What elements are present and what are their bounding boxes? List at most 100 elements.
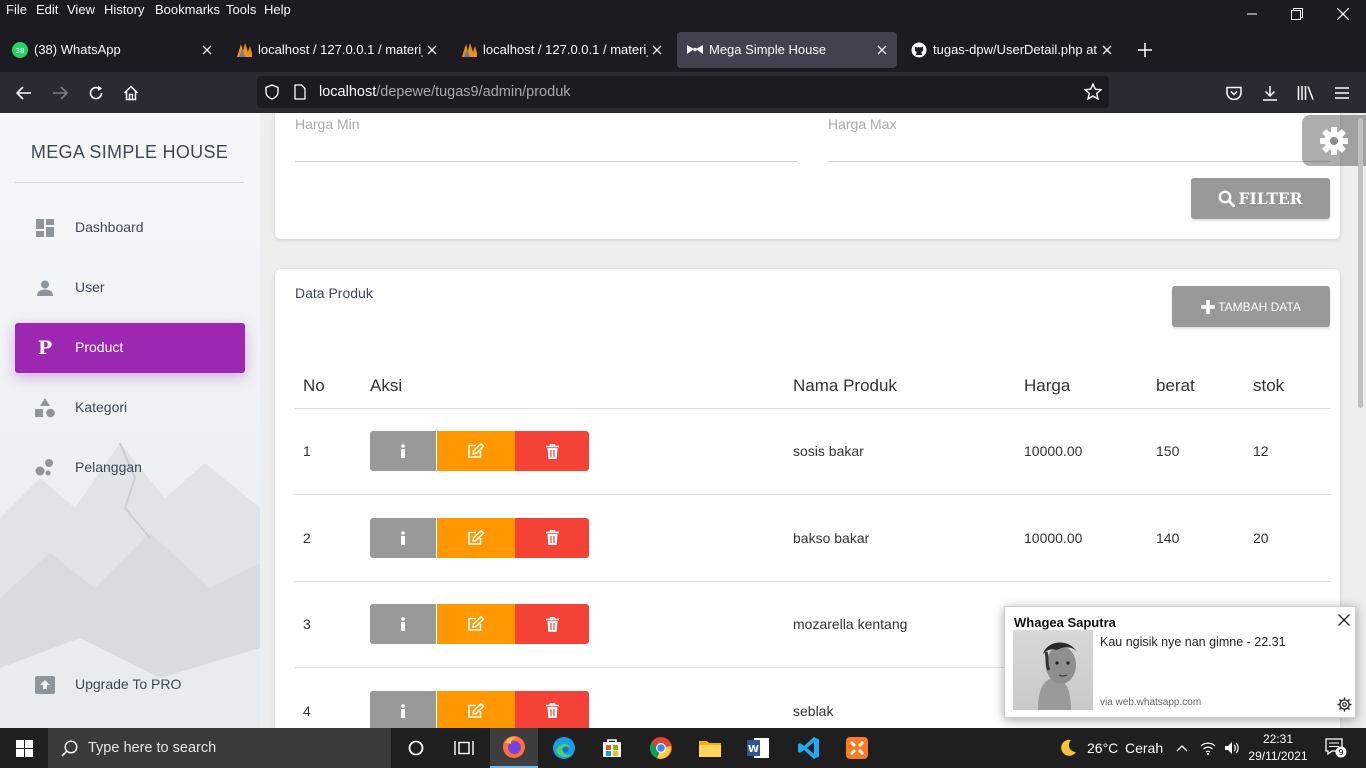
- taskbar-firefox[interactable]: [490, 728, 538, 768]
- taskbar-edge[interactable]: [540, 728, 588, 768]
- library-button[interactable]: [1293, 80, 1319, 106]
- menu-history[interactable]: History: [104, 2, 144, 17]
- brand-logo-text[interactable]: MEGA SIMPLE HOUSE: [15, 123, 244, 183]
- minimize-button[interactable]: [1232, 2, 1272, 26]
- task-view-icon: [454, 741, 474, 755]
- svg-text:9: 9: [1338, 748, 1343, 757]
- delete-button[interactable]: [515, 690, 589, 728]
- taskbar-file-explorer[interactable]: [686, 728, 734, 768]
- close-tab-icon[interactable]: [873, 41, 891, 59]
- notification-settings-button[interactable]: [1335, 695, 1353, 713]
- pocket-button[interactable]: [1221, 80, 1247, 106]
- task-view-button[interactable]: [440, 728, 488, 768]
- sidebar-item-product[interactable]: P Product: [15, 323, 245, 373]
- arrow-left-icon: [16, 86, 31, 100]
- cell-price: 10000.00: [1016, 408, 1148, 495]
- menu-help[interactable]: Help: [264, 2, 291, 17]
- tab-title: tugas-dpw/UserDetail.php at m: [933, 42, 1098, 57]
- tab-mega-simple-house[interactable]: Mega Simple House: [677, 32, 897, 68]
- column-header-aksi: Aksi: [362, 364, 785, 409]
- delete-button[interactable]: [515, 431, 589, 472]
- whatsapp-notification[interactable]: Whagea Saputra Kau ngisik nye nan gimne …: [1004, 606, 1356, 718]
- menu-bookmarks[interactable]: Bookmarks: [155, 2, 220, 17]
- weather-temperature[interactable]: 26°C: [1087, 740, 1118, 756]
- filter-button[interactable]: FILTER: [1191, 178, 1330, 219]
- harga-min-field[interactable]: Harga Min: [295, 116, 360, 132]
- folder-icon: [699, 741, 721, 757]
- detail-button[interactable]: [370, 431, 436, 472]
- notification-close-button[interactable]: [1335, 611, 1353, 629]
- weather-condition[interactable]: Cerah: [1125, 740, 1163, 756]
- back-button[interactable]: [11, 80, 37, 106]
- reload-button[interactable]: [83, 80, 109, 106]
- close-tab-icon[interactable]: [423, 41, 441, 59]
- home-button[interactable]: [118, 80, 144, 106]
- tab-title: localhost / 127.0.0.1 / materi_do: [258, 42, 423, 57]
- taskbar-xampp[interactable]: [833, 728, 881, 768]
- sidebar-item-dashboard[interactable]: Dashboard: [15, 203, 245, 253]
- edit-button[interactable]: [437, 517, 515, 558]
- close-window-button[interactable]: [1323, 2, 1363, 26]
- close-tab-icon[interactable]: [198, 41, 216, 59]
- cell-name: sosis bakar: [785, 408, 1016, 495]
- edit-button[interactable]: [437, 604, 515, 645]
- add-data-button[interactable]: TAMBAH DATA: [1172, 286, 1330, 327]
- sidebar-item-upgrade[interactable]: Upgrade To PRO: [15, 660, 245, 710]
- taskbar-word[interactable]: W: [734, 728, 782, 768]
- menu-view[interactable]: View: [67, 2, 95, 17]
- new-tab-button[interactable]: [1132, 32, 1158, 68]
- download-icon: [1263, 86, 1277, 101]
- network-button[interactable]: [1196, 728, 1220, 768]
- scrollbar-thumb[interactable]: [1358, 118, 1363, 408]
- taskbar-store[interactable]: [588, 728, 636, 768]
- edit-icon: [468, 702, 485, 718]
- action-center-button[interactable]: 9: [1318, 728, 1354, 768]
- sidebar-item-kategori[interactable]: Kategori: [15, 383, 245, 433]
- hamburger-menu-icon: [1335, 87, 1349, 99]
- forward-button[interactable]: [47, 80, 73, 106]
- volume-button[interactable]: [1220, 728, 1244, 768]
- bowtie-icon: [687, 42, 703, 58]
- edit-button[interactable]: [437, 690, 515, 728]
- app-menu-button[interactable]: [1329, 80, 1355, 106]
- tab-phpmyadmin-1[interactable]: localhost / 127.0.0.1 / materi_do: [226, 32, 446, 68]
- cortana-button[interactable]: [392, 728, 440, 768]
- edit-button[interactable]: [437, 431, 515, 472]
- clock-time[interactable]: 22:31: [1248, 732, 1308, 746]
- delete-button[interactable]: [515, 517, 589, 558]
- sidebar-item-pelanggan[interactable]: Pelanggan: [15, 443, 245, 493]
- star-icon[interactable]: [1084, 83, 1102, 100]
- gear-icon: [1320, 126, 1348, 155]
- url-bar[interactable]: localhost/depewe/tugas9/admin/produk: [257, 76, 1109, 108]
- detail-button[interactable]: [370, 604, 436, 645]
- detail-button[interactable]: [370, 690, 436, 728]
- menu-tools[interactable]: Tools: [226, 2, 256, 17]
- taskbar-chrome[interactable]: [637, 728, 685, 768]
- harga-max-field[interactable]: Harga Max: [828, 116, 896, 132]
- menu-file[interactable]: File: [6, 2, 27, 17]
- tab-phpmyadmin-2[interactable]: localhost / 127.0.0.1 / materi_do: [451, 32, 673, 68]
- weather-widget[interactable]: [1049, 728, 1087, 768]
- menu-edit[interactable]: Edit: [36, 2, 58, 17]
- show-hidden-icons-button[interactable]: [1170, 728, 1194, 768]
- shield-icon[interactable]: [265, 84, 279, 100]
- restore-button[interactable]: [1277, 2, 1317, 26]
- notification-message: Kau ngisik nye nan gimne - 22.31: [1100, 635, 1286, 649]
- notification-sender: Whagea Saputra: [1014, 615, 1116, 630]
- tab-whatsapp[interactable]: 38 (38) WhatsApp: [2, 32, 222, 68]
- clock-date[interactable]: 29/11/2021: [1245, 749, 1311, 763]
- url-text[interactable]: localhost/depewe/tugas9/admin/produk: [319, 84, 571, 100]
- close-tab-icon[interactable]: [1098, 41, 1116, 59]
- close-tab-icon[interactable]: [648, 41, 666, 59]
- sidebar-item-user[interactable]: User: [15, 263, 245, 313]
- pocket-icon: [1226, 86, 1242, 100]
- delete-button[interactable]: [515, 604, 589, 645]
- taskbar-vscode[interactable]: [785, 728, 833, 768]
- downloads-button[interactable]: [1257, 80, 1283, 106]
- tab-github[interactable]: tugas-dpw/UserDetail.php at m: [901, 32, 1121, 68]
- info-icon: [401, 617, 405, 632]
- detail-button[interactable]: [370, 517, 436, 558]
- firefox-icon: [503, 736, 525, 758]
- start-button[interactable]: [0, 728, 48, 768]
- taskbar-search-box[interactable]: Type here to search: [48, 728, 391, 768]
